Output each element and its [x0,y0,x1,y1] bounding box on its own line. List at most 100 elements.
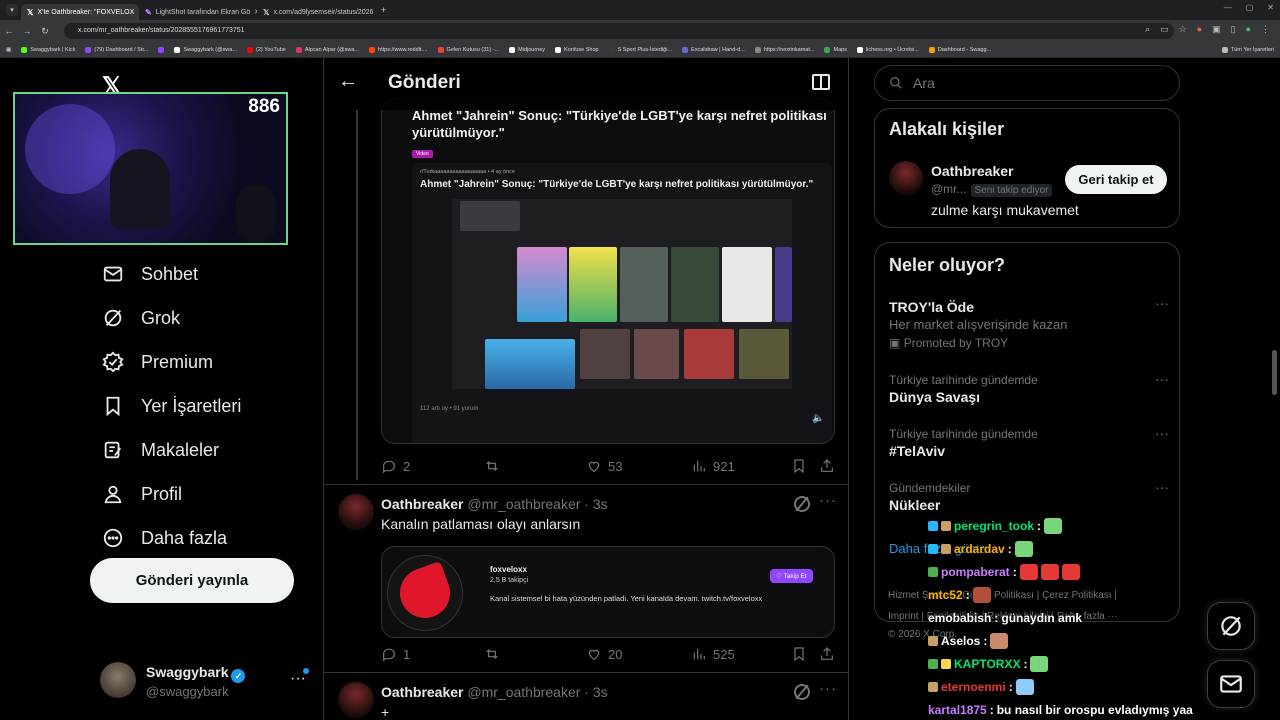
twitch-card[interactable]: foxveloxx 2,5 B takipçi Kanal sistemsel … [381,546,835,638]
all-bookmarks[interactable]: Tüm Yer İşaretleri [1221,46,1274,53]
nav-label: Yer İşaretleri [141,395,242,416]
tab-x-status[interactable]: 𝕏 x.com/ad9lysemseir/status/2026 ✕ [257,4,375,20]
avatar [338,682,374,718]
bookmark-button[interactable] [791,458,807,474]
mute-icon[interactable]: 🔈 [812,413,824,424]
share-button[interactable] [819,646,835,662]
account-switcher[interactable]: Swaggybark ✓ @swaggybark ··· [100,662,310,702]
minimize-icon[interactable]: — [1224,3,1232,12]
tab-label: X'te Oathbreaker: "FOXVELOX [37,8,135,16]
bookmark-item[interactable]: (2) YouTube [247,46,286,53]
avatar [338,494,374,530]
bookmark-item[interactable]: https://www.reddit.... [369,46,428,53]
nav-item-profile[interactable]: Profil [100,472,241,516]
bookmark-icon [794,459,804,474]
trend-more-icon[interactable]: ··· [1155,371,1169,387]
grok-icon [1221,616,1241,636]
more-options-icon[interactable]: ··· [819,492,837,509]
nav-item-more[interactable]: Daha fazla [100,516,241,560]
related-name[interactable]: Oathbreaker [931,163,1013,179]
more-options-icon[interactable]: ··· [819,680,837,697]
nav-item-grok[interactable]: Grok [100,296,241,340]
zoom-icon[interactable]: ⌕ [1145,24,1150,35]
star-icon[interactable]: ☆ [1179,24,1187,35]
forward-icon[interactable]: → [18,26,36,36]
chat-username: KAPTORXX [954,656,1021,671]
url-input[interactable]: x.com/mr_oathbreaker/status/202855517696… [64,23,1174,39]
bookmark-item[interactable]: Swaggybark (@swa... [174,46,237,53]
profile-avatar-icon[interactable]: ● [1246,24,1251,35]
trend-more-icon[interactable]: ··· [1155,295,1169,311]
nav-item-bookmarks[interactable]: Yer İşaretleri [100,384,241,428]
channel-name: foxveloxx [490,565,527,574]
sidepanel-icon[interactable]: ▯ [1231,24,1236,35]
back-arrow-icon[interactable]: ← [338,70,358,93]
reply-icon [383,648,395,662]
reader-mode-icon[interactable] [812,74,830,90]
new-tab-icon[interactable]: + [381,5,386,15]
extensions-icon[interactable]: ▣ [1212,24,1221,35]
bookmark-item[interactable]: Swaggybark | Kick [21,46,75,53]
views-button[interactable]: 525 [691,646,735,662]
messages-fab-button[interactable] [1207,660,1255,708]
bookmark-button[interactable] [791,646,807,662]
bookmark-item[interactable]: (79) Dashboard / Str... [85,46,148,53]
bookmark-item[interactable]: Alpcan Alpar (@swa... [295,46,359,53]
x-favicon-icon: 𝕏 [27,7,34,17]
like-button[interactable]: 53 [586,458,622,474]
address-bar-row: ← → ↻ x.com/mr_oathbreaker/status/202855… [0,20,1280,42]
fox-logo [387,555,463,631]
bookmark-item[interactable]: lichess.org • Ücretsi... [856,46,919,53]
views-button[interactable]: 921 [691,458,735,474]
maximize-icon[interactable]: ▢ [1246,3,1254,12]
bookmark-item[interactable]: Midjourney [509,46,545,53]
bookmark-item[interactable]: https://nextinkamat... [754,46,814,53]
bookmark-item[interactable]: Konfuse Shop [555,46,599,53]
browser-menu-icon[interactable]: ⋮ [1261,24,1270,35]
grok-icon[interactable] [794,684,810,700]
quoted-media[interactable]: Ahmet "Jahrein" Sonuç: "Türkiye'de LGBT'… [381,98,835,444]
trend-more-icon[interactable]: ··· [1155,425,1169,441]
close-window-icon[interactable]: ✕ [1267,3,1274,12]
extension-icon[interactable]: ● [1197,24,1202,35]
reply-button[interactable]: 1 [381,646,410,662]
apps-icon[interactable]: ▦ [6,47,11,53]
grok-icon[interactable] [794,496,810,512]
repost-button[interactable] [484,458,500,474]
trend-item[interactable]: Türkiye tarihinde gündemde #TelAviv ··· [889,425,1169,459]
share-button[interactable] [819,458,835,474]
nav-item-sohbet[interactable]: Sohbet [100,252,241,296]
tab-lightshot[interactable]: ✎ LightShot tarafından Ekran Gö ✕ [139,4,257,20]
bookmark-item[interactable]: Maps [824,46,847,53]
back-icon[interactable]: ← [0,26,18,36]
post-button[interactable]: Gönderi yayınla [90,558,294,603]
trend-item[interactable]: Türkiye tarihinde gündemde Dünya Savaşı … [889,371,1169,405]
trend-item[interactable]: Gündemdekiler Nükleer ··· [889,479,1169,513]
avatar[interactable] [889,161,923,195]
bookmark-item[interactable]: S Sport Plus-İstediği... [608,46,672,53]
trend-item[interactable]: TROY'la Öde Her market alışverişinde kaz… [889,295,1169,350]
repost-button[interactable] [484,646,500,662]
nav-item-articles[interactable]: Makaleler [100,428,241,472]
avatar [100,662,136,698]
bookmark-item[interactable]: Gelen Kutusu (31) -... [437,46,499,53]
tab-active[interactable]: 𝕏 X'te Oathbreaker: "FOXVELOX ✕ [21,4,139,20]
nav-item-premium[interactable]: Premium [100,340,241,384]
premium-icon [100,349,126,375]
reload-icon[interactable]: ↻ [36,26,54,37]
divider [324,484,848,485]
bookmark-item[interactable] [158,46,165,53]
follow-back-button[interactable]: Geri takip et [1065,165,1167,194]
heart-icon [588,461,600,473]
trend-more-icon[interactable]: ··· [1155,479,1169,495]
page-scrollbar[interactable] [1272,350,1277,395]
search-input[interactable]: Ara [874,65,1180,101]
like-button[interactable]: 20 [586,646,622,662]
bookmark-item[interactable]: Dashboard - Swagg... [928,46,991,53]
reply-button[interactable]: 2 [381,458,410,474]
cast-icon[interactable]: ▭ [1160,24,1169,35]
mail-icon [100,261,126,287]
grok-fab-button[interactable] [1207,602,1255,650]
tab-menu-icon[interactable]: ▾ [6,4,18,16]
bookmark-item[interactable]: Excalidraw | Hand-d... [682,46,745,53]
